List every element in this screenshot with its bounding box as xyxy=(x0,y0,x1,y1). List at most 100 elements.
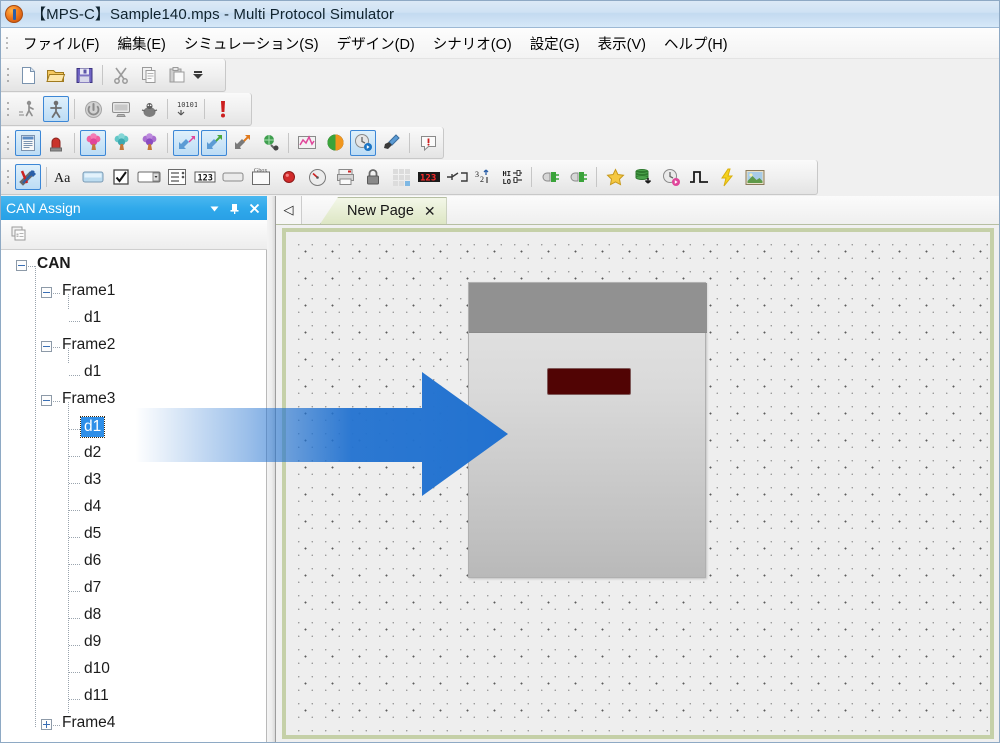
funnel-globe-icon[interactable] xyxy=(257,130,283,156)
led-display[interactable] xyxy=(547,368,631,395)
expander-minus-icon[interactable] xyxy=(16,260,27,271)
tree-node-frame3-d10[interactable]: d10 xyxy=(0,659,266,686)
menu-file[interactable]: ファイル(F) xyxy=(14,29,109,58)
tab-scroll-left-button[interactable]: ◁ xyxy=(276,196,302,224)
tree-node-frame1[interactable]: Frame1 xyxy=(0,281,266,308)
run-person-icon[interactable] xyxy=(15,96,41,122)
menu-design[interactable]: デザイン(D) xyxy=(328,29,424,58)
tree-node-frame3-d4[interactable]: d4 xyxy=(0,497,266,524)
tree-purple-icon[interactable] xyxy=(136,130,162,156)
expander-minus-icon[interactable] xyxy=(41,287,52,298)
combobox-icon[interactable] xyxy=(136,164,162,190)
database-icon[interactable] xyxy=(630,164,656,190)
panel-widget-title-band[interactable] xyxy=(469,283,707,333)
square-wave-icon[interactable] xyxy=(686,164,712,190)
menu-view[interactable]: 表示(V) xyxy=(589,29,655,58)
brush-icon[interactable] xyxy=(378,130,404,156)
tree-node-frame3[interactable]: Frame3 xyxy=(0,389,266,416)
copy-properties-icon[interactable] xyxy=(7,222,33,248)
arrow-out-orange-icon[interactable] xyxy=(229,130,255,156)
tree-node-frame2[interactable]: Frame2 xyxy=(0,335,266,362)
new-file-icon[interactable] xyxy=(15,62,41,88)
tools-wrench-icon[interactable] xyxy=(15,164,41,190)
tree-node-frame3-d2[interactable]: d2 xyxy=(0,443,266,470)
hi-lo-icon[interactable]: HI LO xyxy=(500,164,526,190)
expander-minus-icon[interactable] xyxy=(41,395,52,406)
spinner-icon[interactable]: 32 xyxy=(472,164,498,190)
toolbar-grip[interactable] xyxy=(3,131,12,155)
stop-person-icon[interactable] xyxy=(43,96,69,122)
text-label-icon[interactable]: Aa xyxy=(52,164,78,190)
comment-alert-icon[interactable] xyxy=(415,130,441,156)
monitor-icon[interactable] xyxy=(108,96,134,122)
design-canvas[interactable] xyxy=(286,232,990,735)
textbox-icon[interactable] xyxy=(80,164,106,190)
tree-node-frame3-d9[interactable]: d9 xyxy=(0,632,266,659)
arrow-out-green-icon[interactable] xyxy=(201,129,227,156)
open-folder-icon[interactable] xyxy=(43,62,69,88)
tab-close-icon[interactable]: ✕ xyxy=(424,204,436,218)
tree-node-frame3-d11[interactable]: d11 xyxy=(0,686,266,713)
binary-data-icon[interactable]: 10101. xyxy=(173,96,199,122)
menu-edit[interactable]: 編集(E) xyxy=(109,29,175,58)
toolbar-grip[interactable] xyxy=(3,165,12,189)
ant-debug-icon[interactable] xyxy=(136,96,162,122)
clock-pink-icon[interactable] xyxy=(658,164,684,190)
tab-new-page[interactable]: New Page ✕ xyxy=(320,197,447,224)
globe-orange-icon[interactable] xyxy=(322,130,348,156)
plug-green-2-icon[interactable] xyxy=(565,164,591,190)
toolbar-grip[interactable] xyxy=(3,97,12,121)
toolbar-overflow-chevron[interactable] xyxy=(191,62,204,88)
toolbar-grip[interactable] xyxy=(3,63,12,87)
waveform-pink-icon[interactable] xyxy=(294,130,320,156)
groupbox-icon[interactable]: Gbox xyxy=(248,164,274,190)
tree-node-frame3-d3[interactable]: d3 xyxy=(0,470,266,497)
dock-close-button[interactable] xyxy=(245,199,263,217)
star-icon[interactable] xyxy=(602,164,628,190)
tree-node-frame3-d8[interactable]: d8 xyxy=(0,605,266,632)
tree-node-frame2-d1[interactable]: d1 xyxy=(0,362,266,389)
dock-dropdown-button[interactable] xyxy=(205,199,223,217)
checkbox-icon[interactable] xyxy=(108,164,134,190)
panel-widget[interactable] xyxy=(468,282,707,578)
lock-icon[interactable] xyxy=(360,164,386,190)
plug-green-icon[interactable] xyxy=(537,164,563,190)
button-icon[interactable] xyxy=(220,164,246,190)
clock-play-icon[interactable] xyxy=(350,129,376,156)
led-red-icon[interactable] xyxy=(276,164,302,190)
tree-node-frame4[interactable]: Frame4 xyxy=(0,713,266,740)
menu-scenario[interactable]: シナリオ(O) xyxy=(424,29,521,58)
paste-icon[interactable] xyxy=(164,62,190,88)
menu-help[interactable]: ヘルプ(H) xyxy=(655,29,737,58)
tree-node-frame3-d1[interactable]: d1 xyxy=(0,416,266,443)
tree-node-frame3-d5[interactable]: d5 xyxy=(0,524,266,551)
tree-label-selected[interactable]: d1 xyxy=(79,416,106,438)
dock-pin-button[interactable] xyxy=(225,199,243,217)
numeric-123-icon[interactable]: 123 xyxy=(192,164,218,190)
tree-node-can[interactable]: CAN xyxy=(0,254,266,281)
tree-node-frame1-d1[interactable]: d1 xyxy=(0,308,266,335)
arrow-in-pink-icon[interactable] xyxy=(173,129,199,156)
tree-pink-icon[interactable] xyxy=(80,129,106,156)
gauge-icon[interactable] xyxy=(304,164,330,190)
alarm-light-icon[interactable] xyxy=(43,130,69,156)
cut-scissors-icon[interactable] xyxy=(108,62,134,88)
image-icon[interactable] xyxy=(742,164,768,190)
tree-cyan-icon[interactable] xyxy=(108,130,134,156)
panel-splitter[interactable] xyxy=(267,196,276,743)
save-disk-icon[interactable] xyxy=(71,62,97,88)
menu-simulation[interactable]: シミュレーション(S) xyxy=(175,29,328,58)
grid-icon[interactable] xyxy=(388,164,414,190)
lightning-icon[interactable] xyxy=(714,164,740,190)
power-icon[interactable] xyxy=(80,96,106,122)
printer-icon[interactable] xyxy=(332,164,358,190)
menu-settings[interactable]: 設定(G) xyxy=(521,29,589,58)
tree-node-frame3-d6[interactable]: d6 xyxy=(0,551,266,578)
expander-plus-icon[interactable] xyxy=(41,719,52,730)
copy-icon[interactable] xyxy=(136,62,162,88)
listbox-icon[interactable] xyxy=(164,164,190,190)
document-list-icon[interactable] xyxy=(15,129,41,156)
error-alert-icon[interactable] xyxy=(210,96,236,122)
switch-icon[interactable] xyxy=(444,164,470,190)
tree-node-frame3-d7[interactable]: d7 xyxy=(0,578,266,605)
